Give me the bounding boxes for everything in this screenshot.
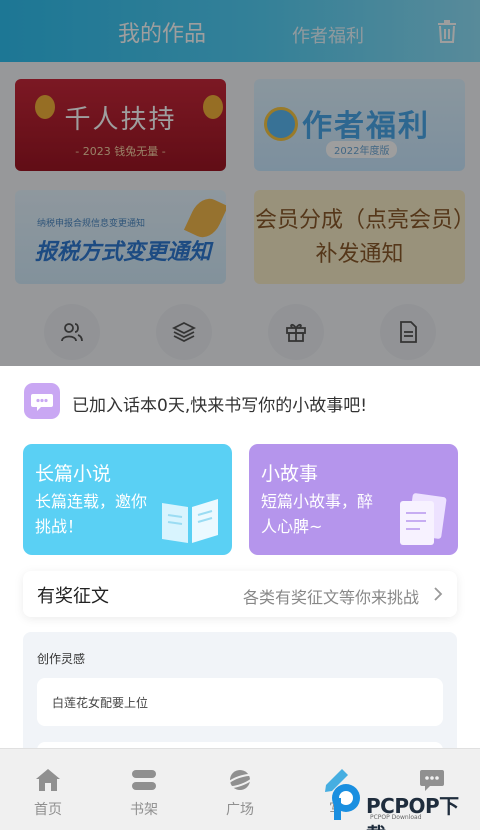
card-title: 小故事: [261, 463, 319, 485]
chevron-right-icon: [434, 587, 443, 601]
short-story-card[interactable]: 小故事 短篇小故事，醉人心脾~: [249, 444, 458, 555]
card-title: 长篇小说: [35, 463, 112, 485]
inspiration-item[interactable]: 白莲花女配要上位: [37, 678, 443, 726]
open-book-icon: [162, 499, 218, 543]
inspiration-item-text: 白莲花女配要上位: [52, 696, 149, 710]
pcpop-logo-icon: [332, 784, 360, 820]
watermark: PCPOP下载 PCPOP Download: [328, 776, 478, 830]
long-novel-card[interactable]: 长篇小说 长篇连载，邀你挑战！: [23, 444, 232, 555]
card-description: 短篇小故事，醉人心脾~: [261, 492, 374, 536]
watermark-subtext: PCPOP Download: [370, 814, 422, 821]
contest-description: 各类有奖征文等你来挑战: [242, 588, 419, 607]
watermark-text: PCPOP下载: [366, 794, 459, 830]
note-paper-icon: [400, 493, 447, 545]
inspiration-title: 创作灵感: [37, 652, 86, 666]
contest-row[interactable]: 有奖征文 各类有奖征文等你来挑战: [23, 571, 457, 617]
contest-title: 有奖征文: [37, 586, 109, 607]
chat-bubble-icon: [24, 383, 60, 419]
join-days-prompt: 已加入话本0天,快来书写你的小故事吧!: [72, 396, 368, 416]
card-description: 长篇连载，邀你挑战！: [35, 492, 148, 536]
